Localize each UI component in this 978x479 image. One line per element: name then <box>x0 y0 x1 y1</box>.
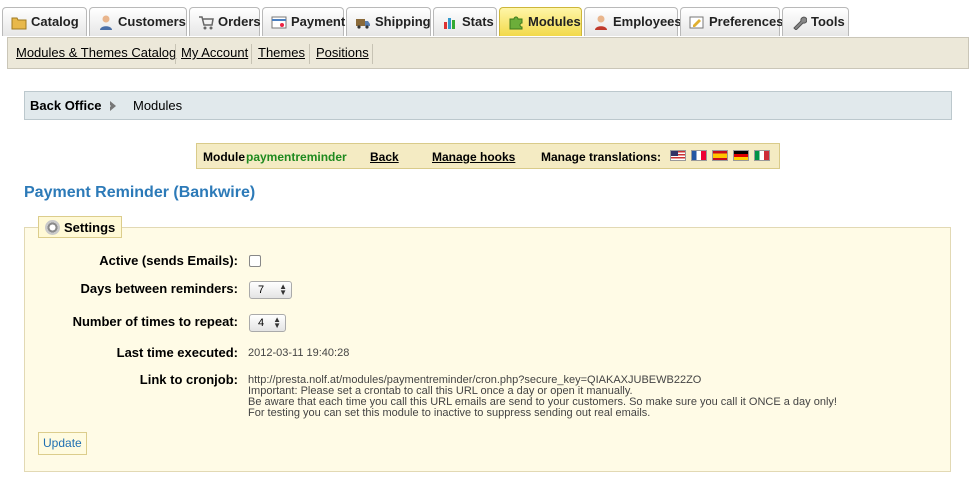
days-value: 7 <box>258 284 265 296</box>
folder-icon <box>11 17 27 30</box>
tab-preferences[interactable]: Preferences <box>680 7 784 36</box>
divider <box>251 44 252 64</box>
last-executed-value: 2012-03-11 19:40:28 <box>248 347 350 359</box>
last-executed-label: Last time executed: <box>116 345 238 360</box>
module-prefix: Module <box>203 150 245 164</box>
tab-employees[interactable]: Employees <box>584 7 682 36</box>
subtab-my-account[interactable]: My Account <box>181 45 248 60</box>
divider <box>309 44 310 64</box>
cronjob-note: For testing you can set this module to i… <box>248 407 651 419</box>
cronjob-label: Link to cronjob: <box>139 372 238 387</box>
tab-catalog[interactable]: Catalog <box>2 7 87 36</box>
tab-label: Customers <box>118 14 186 29</box>
puzzle-icon <box>509 16 523 30</box>
tab-label: Catalog <box>31 14 79 29</box>
preferences-icon <box>689 16 704 29</box>
update-button[interactable]: Update <box>38 432 87 455</box>
active-label: Active (sends Emails): <box>99 253 238 268</box>
stepper-arrows-icon: ▲ ▼ <box>279 282 287 297</box>
cart-icon <box>199 16 214 30</box>
tab-label: Payment <box>291 14 346 29</box>
days-select[interactable]: 7 ▲ ▼ <box>249 281 292 299</box>
breadcrumb: Back Office Modules <box>24 91 952 120</box>
divider <box>372 44 373 64</box>
module-toolbar: Module paymentreminder Back Manage hooks… <box>196 143 780 169</box>
breadcrumb-root[interactable]: Back Office <box>30 98 102 113</box>
us-flag-icon[interactable] <box>670 150 686 161</box>
it-flag-icon[interactable] <box>754 150 770 161</box>
tab-payment[interactable]: Payment <box>262 7 346 36</box>
subtab-positions[interactable]: Positions <box>316 45 369 60</box>
repeat-label: Number of times to repeat: <box>72 314 238 329</box>
tab-label: Employees <box>613 14 682 29</box>
repeat-value: 4 <box>258 317 265 329</box>
module-name: paymentreminder <box>246 150 347 164</box>
active-checkbox[interactable] <box>249 255 261 267</box>
cronjob-info: http://presta.nolf.at/modules/paymentrem… <box>248 375 837 419</box>
tab-label: Shipping <box>375 14 431 29</box>
tab-orders[interactable]: Orders <box>189 7 261 36</box>
tab-modules[interactable]: Modules <box>499 7 582 36</box>
tab-tools[interactable]: Tools <box>782 7 849 36</box>
page-title: Payment Reminder (Bankwire) <box>24 184 256 201</box>
es-flag-icon[interactable] <box>712 150 728 161</box>
gear-icon <box>45 220 60 235</box>
back-link[interactable]: Back <box>370 150 399 164</box>
tab-customers[interactable]: Customers <box>89 7 187 36</box>
truck-icon <box>356 19 370 29</box>
tab-label: Modules <box>528 14 581 29</box>
tab-label: Orders <box>218 14 261 29</box>
stepper-arrows-icon: ▲ ▼ <box>273 315 281 330</box>
employee-icon <box>595 15 607 30</box>
divider <box>175 44 176 64</box>
de-flag-icon[interactable] <box>733 150 749 161</box>
main-tab-bar: Catalog Customers Orders Payment Shippin… <box>0 0 978 38</box>
tab-shipping[interactable]: Shipping <box>346 7 431 36</box>
tab-label: Tools <box>811 14 845 29</box>
tab-label: Stats <box>462 14 494 29</box>
days-label: Days between reminders: <box>80 281 238 296</box>
fr-flag-icon[interactable] <box>691 150 707 161</box>
repeat-select[interactable]: 4 ▲ ▼ <box>249 314 286 332</box>
breadcrumb-arrow-icon <box>108 101 116 111</box>
bar-chart-icon <box>444 18 455 29</box>
tab-stats[interactable]: Stats <box>433 7 497 36</box>
manage-hooks-link[interactable]: Manage hooks <box>432 150 515 164</box>
wrench-icon <box>793 16 807 30</box>
subtab-modules-themes-catalog[interactable]: Modules & Themes Catalog <box>16 45 176 60</box>
payment-card-icon <box>271 16 287 29</box>
settings-legend-label: Settings <box>64 220 116 235</box>
user-icon <box>100 15 112 30</box>
manage-translations-label: Manage translations: <box>541 150 662 164</box>
settings-legend: Settings <box>38 216 123 238</box>
subtab-themes[interactable]: Themes <box>258 45 305 60</box>
breadcrumb-current: Modules <box>133 98 183 113</box>
tab-label: Preferences <box>709 14 784 29</box>
sub-tab-bar: Modules & Themes Catalog My Account Them… <box>7 37 969 69</box>
